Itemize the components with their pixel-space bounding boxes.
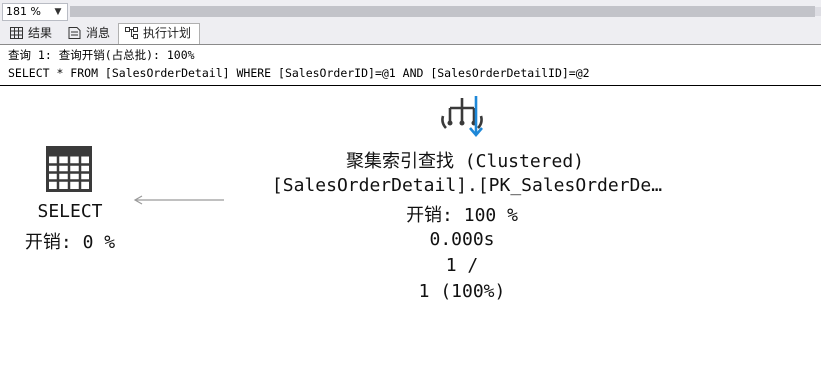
clustered-index-seek-icon	[441, 96, 483, 137]
tab-execution-plan[interactable]: 执行计划	[118, 23, 200, 44]
execution-plan-icon	[125, 27, 138, 39]
seek-node-title: 聚集索引查找 (Clustered)	[345, 151, 585, 172]
zoom-value: 181 %	[6, 5, 41, 18]
seek-node-time: 0.000s	[429, 229, 495, 250]
seek-node-object: [SalesOrderDetail].[PK_SalesOrderDe…	[271, 175, 663, 196]
horizontal-scrollbar-thumb[interactable]	[70, 6, 815, 17]
result-table-icon	[46, 146, 92, 192]
seek-node-actual-rows: 1 /	[445, 255, 479, 276]
tab-messages-label: 消息	[86, 26, 111, 40]
query-cost-header: 查询 1: 查询开销(占总批): 100%	[8, 48, 195, 62]
tab-execution-plan-label: 执行计划	[143, 26, 192, 40]
result-tabs: 结果 消息 执行计划	[0, 22, 821, 45]
zoom-toolbar: 181 % ▼	[0, 0, 821, 23]
select-node-label: SELECT	[37, 201, 103, 222]
tab-results-label: 结果	[28, 26, 53, 40]
divider	[0, 85, 821, 86]
grid-icon	[10, 27, 23, 39]
tab-results[interactable]: 结果	[4, 24, 62, 43]
tab-messages[interactable]: 消息	[62, 24, 120, 43]
chevron-down-icon[interactable]: ▼	[51, 4, 65, 20]
query-sql-text: SELECT * FROM [SalesOrderDetail] WHERE […	[8, 66, 590, 80]
seek-node-estimated-rows: 1 (100%)	[418, 281, 506, 302]
message-icon	[68, 27, 81, 39]
seek-node-cost: 开销: 100 %	[406, 205, 518, 226]
zoom-select[interactable]: 181 % ▼	[2, 3, 68, 21]
select-node-cost: 开销: 0 %	[24, 232, 116, 253]
